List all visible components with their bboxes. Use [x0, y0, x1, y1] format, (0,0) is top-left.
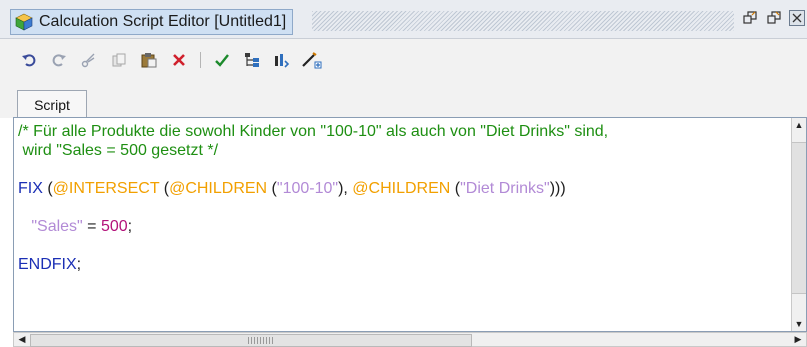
string-100-10: "100-10" — [276, 180, 339, 197]
window-controls — [741, 8, 807, 28]
keyword-fix: FIX — [18, 180, 43, 197]
code-area[interactable]: /* Für alle Produkte die sowohl Kinder v… — [18, 122, 778, 274]
scroll-right-icon[interactable]: ▶ — [791, 334, 805, 345]
title-bar-hatch — [312, 11, 734, 31]
restore-icon[interactable] — [741, 8, 761, 28]
code-line-comment-1: /* Für alle Produkte die sowohl Kinder v… — [18, 123, 609, 140]
script-editor[interactable]: /* Für alle Produkte die sowohl Kinder v… — [13, 117, 807, 332]
redo-icon[interactable] — [46, 47, 72, 73]
check-syntax-icon[interactable] — [209, 47, 235, 73]
tab-script-label: Script — [34, 96, 70, 113]
code-line-fix: FIX (@INTERSECT (@CHILDREN ("100-10"), @… — [18, 179, 778, 198]
code-line-blank-2 — [18, 198, 778, 217]
paren-close-2: ))) — [549, 180, 566, 197]
window-title: Calculation Script Editor [Untitled1] — [39, 13, 287, 30]
paren-close-1: ), — [338, 180, 353, 197]
horizontal-scrollbar[interactable]: ◀ ▶ — [13, 332, 807, 347]
semicolon-2: ; — [76, 256, 82, 273]
cube-icon — [15, 13, 33, 31]
horizontal-scroll-thumb[interactable] — [30, 334, 472, 347]
editor-toolbar — [0, 39, 807, 81]
function-intersect: @INTERSECT — [52, 180, 160, 197]
bar-chart-icon[interactable] — [269, 47, 295, 73]
paren-open-4: ( — [450, 180, 461, 197]
equals-sign: = — [82, 218, 101, 235]
scroll-left-icon[interactable]: ◀ — [15, 334, 29, 345]
number-500: 500 — [100, 218, 128, 235]
keyword-endfix: ENDFIX — [18, 256, 77, 273]
insert-function-icon[interactable] — [299, 47, 325, 73]
delete-icon[interactable] — [166, 47, 192, 73]
function-children-1: @CHILDREN — [169, 180, 268, 197]
semicolon-1: ; — [127, 218, 133, 235]
paste-icon[interactable] — [136, 47, 162, 73]
close-icon[interactable] — [789, 10, 805, 26]
tab-bar: Script — [0, 81, 807, 118]
string-sales: "Sales" — [31, 218, 83, 235]
undo-icon[interactable] — [16, 47, 42, 73]
function-children-2: @CHILDREN — [352, 180, 451, 197]
code-line-endfix: ENDFIX; — [18, 255, 778, 274]
string-diet-drinks: "Diet Drinks" — [460, 180, 550, 197]
code-line-sales: "Sales" = 500; — [18, 217, 778, 236]
scroll-up-icon[interactable]: ▲ — [792, 120, 806, 130]
tab-script[interactable]: Script — [17, 90, 87, 118]
maximize-icon[interactable] — [765, 8, 785, 28]
scroll-grip — [248, 337, 274, 344]
code-line-comment-2: wird "Sales = 500 gesetzt */ — [18, 142, 219, 159]
title-tab[interactable]: Calculation Script Editor [Untitled1] — [10, 9, 294, 35]
toolbar-separator — [200, 52, 201, 68]
window-title-bar: Calculation Script Editor [Untitled1] — [0, 0, 807, 39]
code-line-blank-3 — [18, 236, 778, 255]
vertical-scroll-thumb[interactable] — [792, 142, 806, 294]
paren-open-2: ( — [159, 180, 170, 197]
vertical-scrollbar[interactable]: ▲ ▼ — [791, 118, 806, 331]
copy-icon[interactable] — [106, 47, 132, 73]
paren-open-3: ( — [267, 180, 277, 197]
scroll-down-icon[interactable]: ▼ — [792, 319, 806, 329]
cut-icon[interactable] — [76, 47, 102, 73]
paren-open: ( — [42, 180, 53, 197]
outline-icon[interactable] — [239, 47, 265, 73]
